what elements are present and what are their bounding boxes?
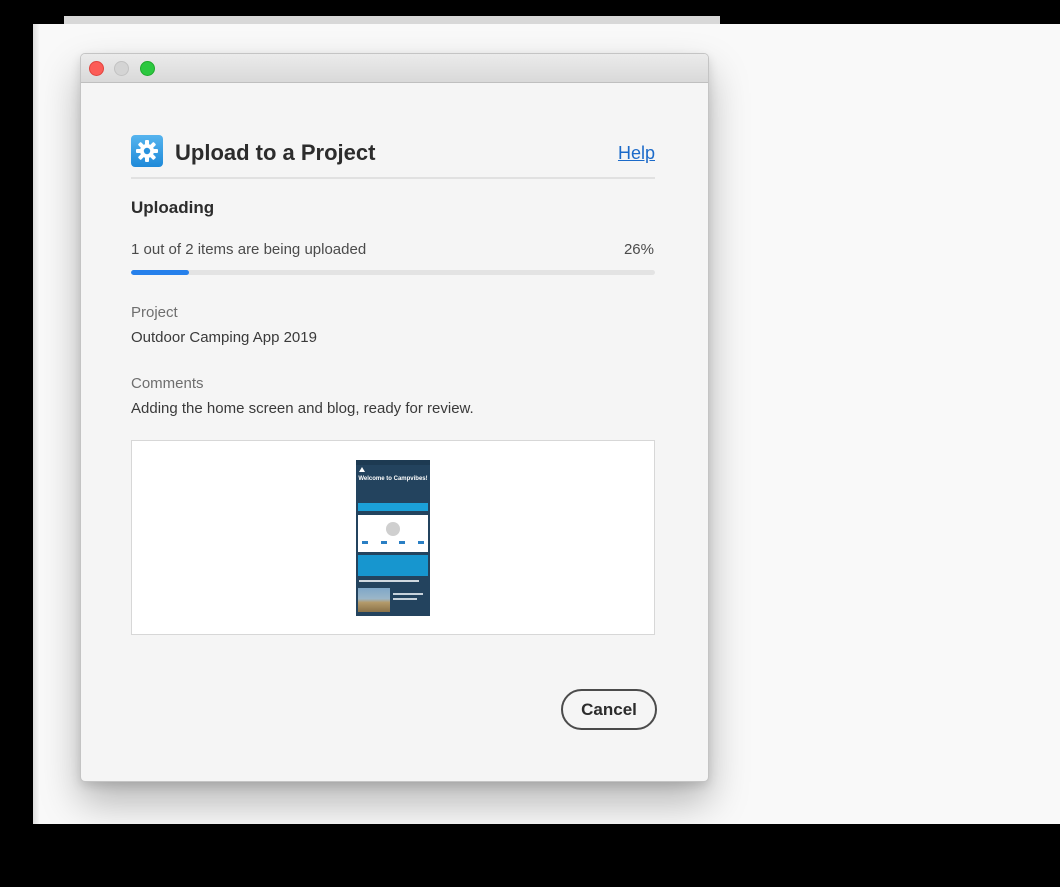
close-window-button[interactable] [89, 61, 104, 76]
upload-progress-fill [131, 270, 189, 275]
zoom-window-button[interactable] [140, 61, 155, 76]
upload-progress-bar [131, 270, 655, 275]
dialog-header: Upload to a Project Help [131, 135, 655, 179]
thumbnail-logo-icon [359, 467, 365, 472]
cancel-button[interactable]: Cancel [561, 689, 657, 730]
thumbnail-card [358, 515, 428, 552]
project-name: Outdoor Camping App 2019 [131, 329, 317, 346]
thumbnail-stats [362, 541, 424, 545]
background-window-edge [33, 24, 39, 824]
dialog-title: Upload to a Project [175, 140, 376, 165]
screen-thumbnail: Welcome to Campvibes! [356, 460, 430, 616]
thumbnail-blog-button [358, 503, 428, 511]
thumbnail-status-bar [356, 460, 430, 465]
minimize-window-button[interactable] [114, 61, 129, 76]
uploading-heading: Uploading [131, 198, 215, 217]
thumbnail-welcome-text: Welcome to Campvibes! [358, 476, 428, 482]
thumbnail-adventure-text [393, 593, 423, 595]
thumbnail-avatar [386, 522, 400, 536]
upload-status-text: 1 out of 2 items are being uploaded [131, 241, 367, 258]
gear-icon [131, 135, 163, 167]
comments-text: Adding the home screen and blog, ready f… [131, 400, 474, 417]
thumbnail-map [358, 555, 428, 576]
help-link[interactable]: Help [618, 143, 655, 164]
thumbnail-adventure-image [358, 588, 390, 612]
upload-preview: Welcome to Campvibes! [131, 440, 655, 635]
comments-label: Comments [131, 375, 204, 392]
header-divider [131, 177, 655, 179]
window-titlebar[interactable] [81, 54, 708, 83]
thumbnail-adventure-subtext [393, 598, 417, 600]
thumbnail-section-heading [359, 580, 419, 582]
project-label: Project [131, 304, 178, 321]
upload-percent: 26% [623, 241, 654, 258]
upload-dialog-window: Upload to a Project Help Uploading 1 out… [80, 53, 709, 782]
